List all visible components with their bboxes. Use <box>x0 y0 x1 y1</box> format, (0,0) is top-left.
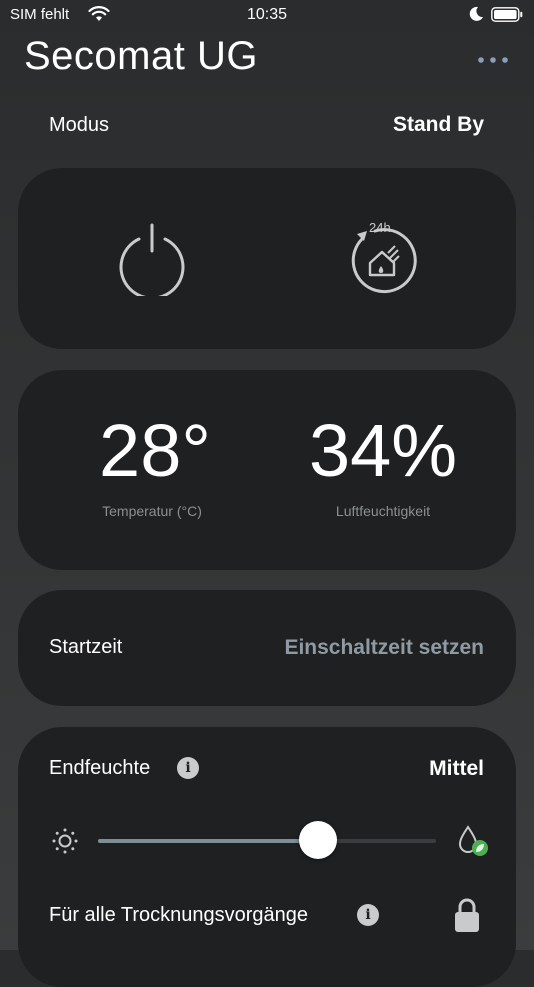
slider-thumb[interactable] <box>298 821 337 859</box>
timer-24h-button[interactable]: 24h <box>345 220 419 296</box>
temperature-caption: Temperatur (°C) <box>102 503 202 519</box>
slider-fill <box>98 839 318 843</box>
temperature-value: 28° <box>99 409 211 492</box>
set-start-time-link[interactable]: Einschaltzeit setzen <box>230 636 484 660</box>
lock-icon[interactable] <box>453 896 481 934</box>
page-title: Secomat UG <box>24 34 258 78</box>
info-icon-apply-all[interactable]: i <box>357 904 379 926</box>
sun-icon <box>52 828 78 854</box>
battery-icon <box>491 7 523 22</box>
mode-card <box>18 168 516 349</box>
droplet-leaf-icon <box>458 825 488 856</box>
end-humidity-value: Mittel <box>429 757 484 780</box>
humidity-value: 34% <box>308 409 458 492</box>
mode-label: Modus <box>49 114 110 136</box>
humidity-caption: Luftfeuchtigkeit <box>335 503 431 519</box>
power-icon[interactable] <box>117 222 187 296</box>
apply-all-label: Für alle Trocknungsvorgänge <box>49 904 309 926</box>
mode-value: Stand By <box>392 113 484 136</box>
end-humidity-label: Endfeuchte <box>49 757 151 779</box>
info-icon[interactable]: i <box>177 757 199 779</box>
start-time-label: Startzeit <box>49 636 123 658</box>
status-bar: SIM fehlt 10:35 <box>0 0 534 30</box>
moon-icon <box>469 6 483 21</box>
timer-badge: 24h <box>369 220 391 235</box>
clock: 10:35 <box>246 6 288 23</box>
more-dots-icon[interactable] <box>476 54 510 66</box>
